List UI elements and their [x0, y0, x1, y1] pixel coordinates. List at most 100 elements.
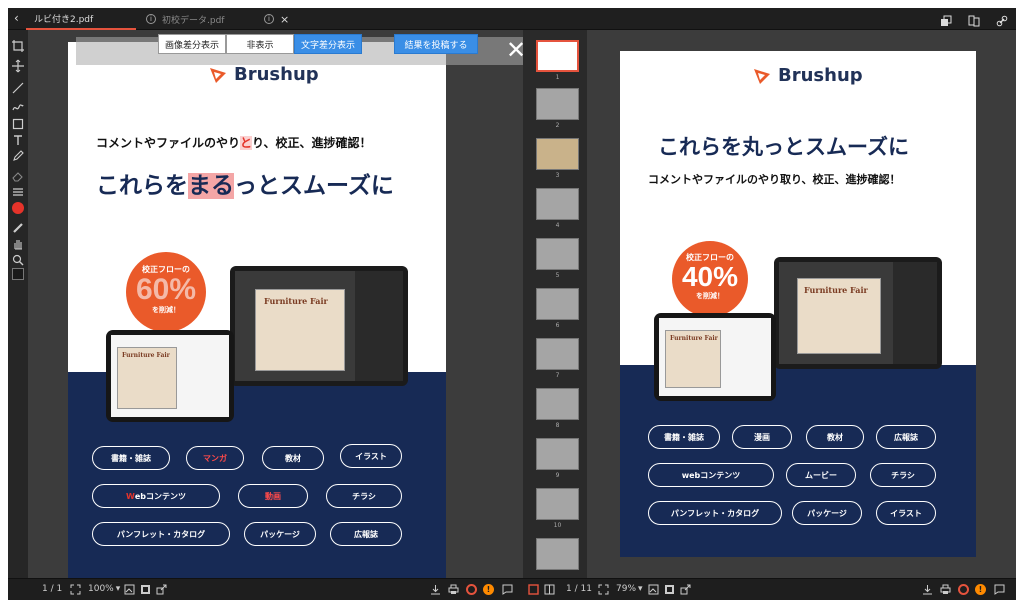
download-icon[interactable]: [430, 584, 441, 595]
pill-flyer: チラシ: [870, 463, 936, 487]
move-icon[interactable]: [11, 58, 25, 73]
pill-manga: マンガ: [186, 446, 244, 470]
line-weight-icon[interactable]: [11, 184, 25, 198]
thumbnail-page-7[interactable]: [536, 338, 579, 370]
image-icon[interactable]: [648, 584, 659, 595]
pill-pr-magazine: 広報誌: [876, 425, 936, 449]
text-diff-button[interactable]: 文字差分表示: [294, 34, 362, 54]
close-overlay-icon[interactable]: ✕: [506, 38, 523, 62]
pen-icon[interactable]: [11, 148, 25, 162]
layers-icon[interactable]: [940, 12, 952, 31]
brushup-logo: Brushup: [752, 65, 863, 86]
thumbnail-strip[interactable]: 1 2 3 4 5 6 7 8 9 10: [523, 30, 587, 578]
bottom-bar: 1 / 1 100% ▾ ! 1 / 11 79% ▾ !: [8, 578, 1016, 600]
thumbnail-page-3[interactable]: [536, 138, 579, 170]
pill-pamphlet: パンフレット・カタログ: [92, 522, 230, 546]
photo-icon[interactable]: [140, 584, 151, 595]
pill-package: パッケージ: [244, 522, 316, 546]
rectangle-icon[interactable]: [11, 116, 25, 130]
pill-illust: イラスト: [876, 501, 936, 525]
info-icon[interactable]: i: [264, 14, 274, 24]
laptop-mockup: Furniture Fair: [774, 257, 942, 369]
brushup-logo-icon: [754, 68, 770, 84]
target-icon[interactable]: [958, 584, 969, 595]
thumbnail-page-10[interactable]: [536, 488, 579, 520]
reduction-badge: 校正フローの 60% を削減！: [126, 252, 206, 332]
comment-icon[interactable]: [994, 584, 1005, 595]
right-viewer-pane[interactable]: Brushup これらを丸っとスムーズに コメントやファイルのやり取り、校正、進…: [587, 30, 1016, 578]
target-icon[interactable]: [466, 584, 477, 595]
hide-button[interactable]: 非表示: [226, 34, 294, 54]
thumbnail-page-1[interactable]: [536, 40, 579, 72]
close-tab-icon[interactable]: ×: [280, 13, 289, 26]
photo-icon[interactable]: [664, 584, 675, 595]
right-document-page: Brushup これらを丸っとスムーズに コメントやファイルのやり取り、校正、進…: [620, 51, 976, 557]
thumbnail-page-8[interactable]: [536, 388, 579, 420]
pill-flyer: チラシ: [326, 484, 402, 508]
post-result-button[interactable]: 結果を投稿する: [394, 34, 478, 54]
left-subtitle: コメントやファイルのやりとり、校正、進捗確認！: [96, 136, 372, 150]
image-diff-button[interactable]: 画像差分表示: [158, 34, 226, 54]
zoom-icon[interactable]: [11, 252, 25, 266]
pill-textbook: 教材: [806, 425, 864, 449]
pill-books: 書籍・雑誌: [648, 425, 720, 449]
image-icon[interactable]: [124, 584, 135, 595]
right-page-indicator: 1 / 11: [566, 584, 592, 594]
eraser-icon[interactable]: [11, 168, 25, 182]
left-document-page: Brushup コメントやファイルのやりとり、校正、進捗確認！ これらをまるっと…: [68, 42, 446, 578]
print-icon[interactable]: [448, 584, 459, 595]
link-icon[interactable]: [996, 12, 1008, 31]
thumbnail-page-11[interactable]: [536, 538, 579, 570]
thumbnail-page-6[interactable]: [536, 288, 579, 320]
pill-pr-magazine: 広報誌: [330, 522, 402, 546]
pill-video: 動画: [238, 484, 308, 508]
pill-illust: イラスト: [340, 444, 402, 468]
fit-screen-icon[interactable]: [598, 584, 609, 595]
thumbnail-page-4[interactable]: [536, 188, 579, 220]
brushup-logo: Brushup: [208, 64, 319, 85]
export-icon[interactable]: [156, 584, 167, 595]
laptop-mockup: Furniture Fair: [230, 266, 408, 386]
tab-first-proof-pdf[interactable]: i 初校データ.pdf: [146, 8, 266, 30]
pill-pamphlet: パンフレット・カタログ: [648, 501, 782, 525]
info-icon[interactable]: i: [146, 14, 156, 24]
pill-web-content: Webコンテンツ: [92, 484, 220, 508]
brushup-logo-icon: [210, 67, 226, 83]
pill-manga: 漫画: [732, 425, 792, 449]
comment-icon[interactable]: [502, 584, 513, 595]
alert-icon[interactable]: !: [483, 584, 494, 595]
tab-extra[interactable]: i ×: [264, 8, 304, 30]
crop-icon[interactable]: [11, 38, 25, 52]
color-picker-red[interactable]: [12, 202, 24, 214]
hand-icon[interactable]: [11, 236, 25, 250]
right-zoom-select[interactable]: 79% ▾: [616, 584, 643, 594]
thumbnail-page-5[interactable]: [536, 238, 579, 270]
pill-textbook: 教材: [262, 446, 324, 470]
two-page-icon[interactable]: [544, 584, 555, 595]
export-icon[interactable]: [680, 584, 691, 595]
left-headline: これらをまるっとスムーズに: [96, 173, 394, 199]
alert-icon[interactable]: !: [975, 584, 986, 595]
left-zoom-select[interactable]: 100% ▾: [88, 584, 120, 594]
print-icon[interactable]: [940, 584, 951, 595]
text-icon[interactable]: [11, 132, 25, 146]
tab-ruby-pdf[interactable]: ルビ付き2.pdf: [26, 8, 136, 30]
right-headline: これらを丸っとスムーズに: [658, 135, 909, 159]
line-icon[interactable]: [11, 80, 25, 94]
thumbnail-page-9[interactable]: [536, 438, 579, 470]
left-toolbar: [8, 30, 28, 578]
thumbnail-page-2[interactable]: [536, 88, 579, 120]
fit-screen-icon[interactable]: [70, 584, 81, 595]
left-page-indicator: 1 / 1: [42, 584, 63, 594]
tablet-mockup: Furniture Fair: [654, 313, 776, 401]
back-chevron-icon[interactable]: ‹: [14, 11, 19, 25]
freehand-icon[interactable]: [11, 98, 25, 112]
download-icon[interactable]: [922, 584, 933, 595]
pill-package: パッケージ: [792, 501, 862, 525]
left-viewer-pane[interactable]: Brushup コメントやファイルのやりとり、校正、進捗確認！ これらをまるっと…: [28, 30, 523, 578]
compare-icon[interactable]: [968, 12, 980, 31]
single-page-icon[interactable]: [528, 584, 539, 595]
fill-color-swatch[interactable]: [12, 268, 24, 280]
pill-web-content: webコンテンツ: [648, 463, 774, 487]
ruler-icon[interactable]: [11, 220, 25, 234]
